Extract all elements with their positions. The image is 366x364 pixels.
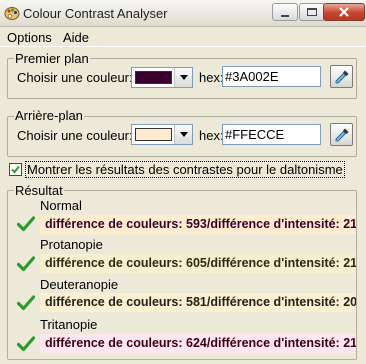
checkmark-icon — [11, 165, 20, 174]
foreground-color-select[interactable] — [131, 67, 193, 88]
eyedropper-icon — [335, 70, 348, 83]
background-hex-label: hex: — [199, 128, 224, 143]
title-bar[interactable]: Colour Contrast Analyser — [0, 0, 366, 27]
result-deuteranopie-text: différence de couleurs: 581/différence d… — [40, 293, 356, 312]
background-hex-input[interactable] — [222, 124, 321, 145]
foreground-dropdown-button[interactable] — [174, 68, 192, 87]
close-icon — [339, 7, 349, 17]
checkmark-icon — [17, 295, 35, 311]
daltonism-label[interactable]: Montrer les résultats des contrastes pou… — [25, 161, 345, 178]
checkmark-icon — [17, 216, 35, 232]
result-mode-protanopie: Protanopie — [40, 237, 103, 252]
result-normal-text: différence de couleurs: 593/différence d… — [40, 215, 356, 234]
foreground-color-swatch — [135, 71, 172, 84]
foreground-group-title: Premier plan — [14, 51, 90, 66]
background-color-swatch — [135, 128, 172, 141]
background-eyedropper-button[interactable] — [330, 123, 353, 146]
background-choose-label: Choisir une couleur: — [17, 128, 133, 143]
checkmark-icon — [17, 336, 35, 352]
results-group-title: Résultat — [14, 183, 64, 198]
eyedropper-icon — [335, 128, 348, 141]
minimize-button[interactable] — [272, 3, 298, 21]
chevron-down-icon — [179, 132, 188, 137]
palette-icon — [4, 7, 20, 20]
daltonism-checkbox[interactable] — [9, 163, 22, 176]
menu-bar: Options Aide — [0, 28, 366, 46]
checkmark-icon — [17, 256, 35, 272]
menu-aide[interactable]: Aide — [63, 30, 89, 45]
result-mode-normal: Normal — [40, 198, 82, 213]
window-title: Colour Contrast Analyser — [23, 6, 168, 21]
foreground-hex-label: hex: — [199, 70, 224, 85]
maximize-icon — [307, 8, 317, 16]
result-mode-deuteranopie: Deuteranopie — [40, 277, 119, 292]
minimize-icon — [281, 14, 289, 17]
menu-divider — [0, 46, 366, 47]
result-mode-tritanopie: Tritanopie — [40, 317, 98, 332]
result-protanopie-text: différence de couleurs: 605/différence d… — [40, 254, 356, 273]
background-color-select[interactable] — [131, 124, 193, 145]
close-button[interactable] — [323, 3, 365, 21]
foreground-eyedropper-button[interactable] — [330, 65, 353, 88]
result-tritanopie-text: différence de couleurs: 624/différence d… — [40, 334, 356, 353]
foreground-choose-label: Choisir une couleur: — [17, 70, 133, 85]
chevron-down-icon — [179, 75, 188, 80]
background-group-title: Arrière-plan — [14, 108, 84, 123]
foreground-hex-input[interactable] — [222, 66, 321, 87]
background-dropdown-button[interactable] — [174, 125, 192, 144]
maximize-button[interactable] — [299, 3, 325, 21]
menu-options[interactable]: Options — [7, 30, 52, 45]
